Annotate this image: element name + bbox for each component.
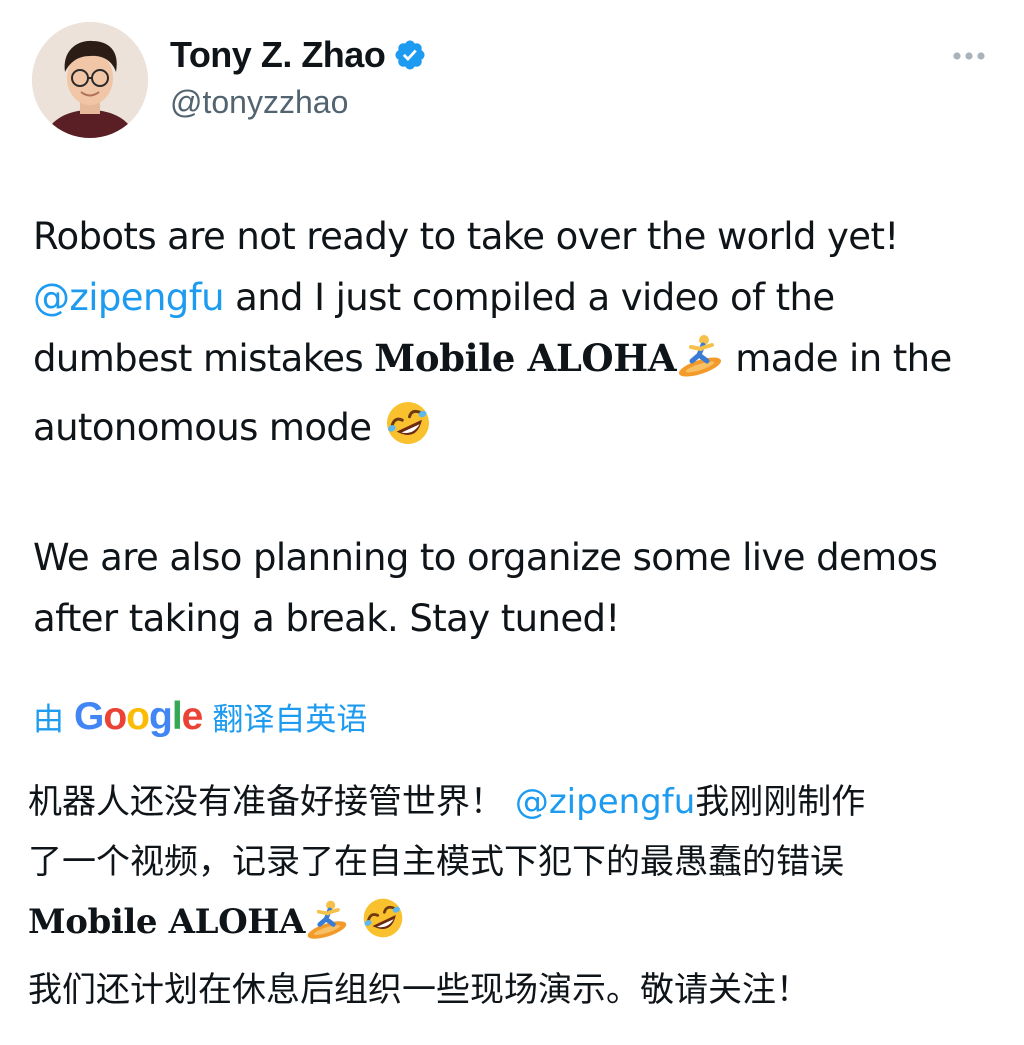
tweet-paragraph-2: We are also planning to organize some li… [33,536,938,640]
translate-prefix: 由 [33,702,64,738]
google-logo: Google [74,694,203,738]
person-surfing-emoji [676,331,724,397]
tweet-text: Robots are not ready to take over the wo… [33,206,993,649]
avatar-image [32,22,148,138]
more-button[interactable] [944,44,994,68]
translated-text: 机器人还没有准备好接管世界！ @zipengfu我刚刚制作 了一个视频，记录了在… [28,772,998,1020]
verified-badge-icon [393,38,427,72]
bold-text: Mobile ALOHA [374,336,677,380]
bold-text: Mobile ALOHA [28,902,305,942]
translation-line-1: 机器人还没有准备好接管世界！ @zipengfu我刚刚制作 [28,772,998,832]
translate-suffix: 翻译自英语 [212,702,368,738]
tweet-text-part: Robots are not ready to take over the wo… [33,215,899,258]
name-row: Tony Z. Zhao [170,34,427,76]
translation-text-part: 我刚刚制作 [695,782,866,822]
translated-by-google-link[interactable]: 由 Google 翻译自英语 [33,694,367,739]
person-surfing-emoji [305,897,349,960]
mention-link[interactable]: @zipengfu [515,782,695,822]
rolling-on-floor-laughing-emoji [383,398,433,466]
more-dots-icon [953,52,985,60]
avatar[interactable] [32,22,148,138]
mention-link[interactable]: @zipengfu [33,276,225,319]
tweet-header: Tony Z. Zhao @tonyzzhao [0,0,1024,160]
display-name[interactable]: Tony Z. Zhao [170,34,386,76]
tweet-paragraph-1: Robots are not ready to take over the wo… [33,206,993,466]
translation-line-2: 了一个视频，记录了在自主模式下犯下的最愚蠢的错误 [28,842,844,882]
translation-line-3: Mobile ALOHA [28,892,998,960]
rolling-on-floor-laughing-emoji [360,895,406,960]
handle[interactable]: @tonyzzhao [170,84,348,121]
translation-line-4: 我们还计划在休息后组织一些现场演示。敬请关注！ [28,970,810,1010]
translation-text-part: 机器人还没有准备好接管世界！ [28,782,515,822]
